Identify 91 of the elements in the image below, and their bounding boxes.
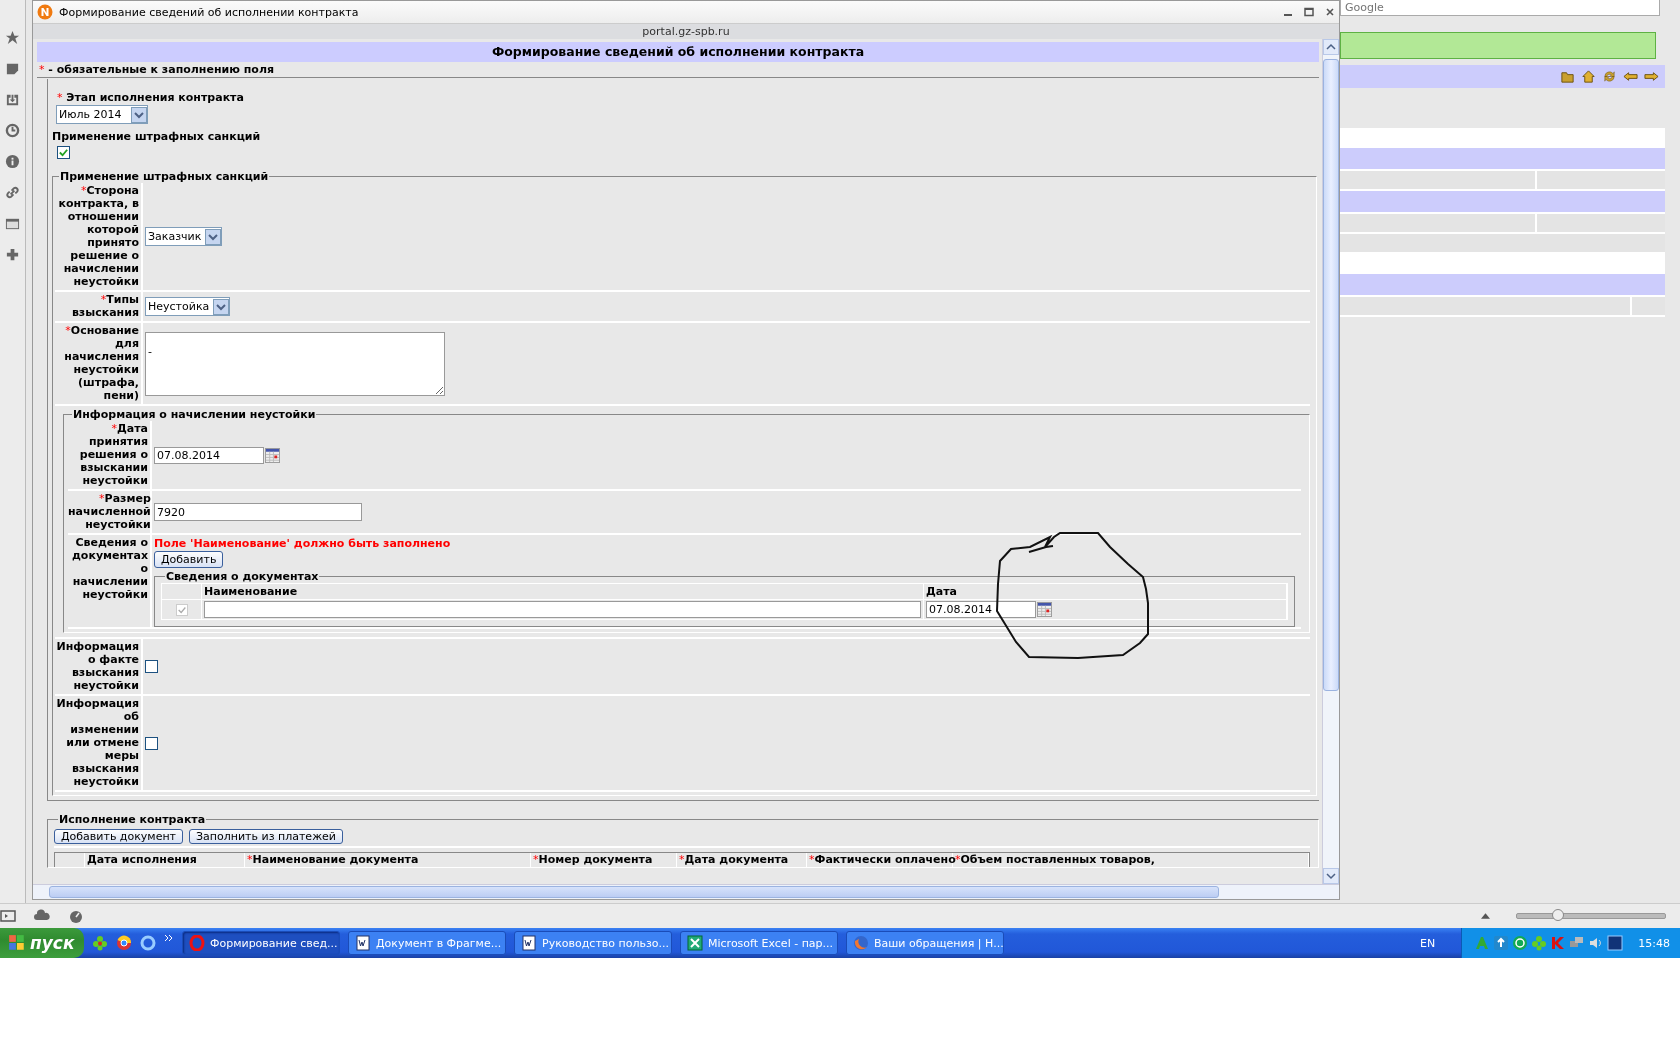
up-triangle-icon[interactable] <box>1481 913 1490 919</box>
window-icon[interactable] <box>5 216 20 231</box>
scrollbar-thumb[interactable] <box>1323 59 1339 691</box>
flag-icon <box>8 934 26 952</box>
browser-icon[interactable] <box>116 935 132 951</box>
taskbar-button[interactable]: Microsoft Excel - пар... <box>680 931 838 955</box>
date-field[interactable]: 07.08.2014 <box>154 446 264 464</box>
taskbar-button[interactable]: Ваши обращения | Н... <box>846 931 1004 955</box>
note-icon[interactable] <box>5 61 20 76</box>
download-icon[interactable] <box>5 92 20 107</box>
column-header: Наименование <box>202 584 924 599</box>
field-label: *Типы взыскания <box>70 293 139 319</box>
folder-icon[interactable] <box>1560 69 1575 84</box>
taskbar-button[interactable]: Руководство пользо... <box>514 931 672 955</box>
vertical-scrollbar[interactable] <box>1322 39 1339 884</box>
field-label: *Размер начисленной неустойки <box>68 492 151 531</box>
refresh-icon[interactable] <box>1602 69 1617 84</box>
section-legend: Сведения о документах <box>165 570 320 583</box>
field-label: Этап исполнения контракта <box>66 91 244 104</box>
column-header: *Дата документа <box>679 853 789 866</box>
text-area[interactable]: - <box>145 331 445 396</box>
column-header: Дата <box>924 584 1287 599</box>
field-label: Информация о факте взыскания неустойки <box>55 640 139 692</box>
taskbar-button[interactable]: Документ в Фрагме... <box>348 931 506 955</box>
required-note: - обязательные к заполнению поля <box>48 63 275 76</box>
right-arrow-icon[interactable] <box>1644 69 1659 84</box>
plus-icon[interactable] <box>5 247 20 262</box>
dropdown[interactable]: Заказчик <box>145 227 223 246</box>
scrollbar-thumb[interactable] <box>49 886 1219 898</box>
clock-icon[interactable] <box>5 123 20 138</box>
panel-icon[interactable] <box>0 908 16 924</box>
close-icon[interactable] <box>1325 7 1335 17</box>
checkbox[interactable] <box>57 146 70 159</box>
maximize-icon[interactable] <box>1304 7 1314 17</box>
letter-o-icon <box>189 935 205 951</box>
section-legend: Исполнение контракта <box>58 813 207 826</box>
document-icon <box>355 935 371 951</box>
star-icon[interactable] <box>5 30 20 45</box>
amount-field[interactable]: 7920 <box>154 503 362 521</box>
add-button[interactable]: Добавить <box>154 551 224 568</box>
url-text: portal.gz-spb.ru <box>642 25 730 38</box>
action-button[interactable]: Добавить документ <box>54 829 184 844</box>
column-header: *Номер документа <box>533 853 653 866</box>
start-button[interactable]: пуск <box>0 928 84 958</box>
calendar-icon[interactable] <box>1037 602 1052 617</box>
field-label: *Сторона контракта, в отношении которой принято решение о начислении неустойки <box>57 184 139 288</box>
section-legend: Применение штрафных санкций <box>59 170 270 183</box>
checkbox[interactable] <box>145 736 158 750</box>
spreadsheet-icon <box>687 935 703 951</box>
app-icon[interactable] <box>1493 935 1510 951</box>
app-icon[interactable] <box>1607 935 1624 951</box>
clock: 15:48 <box>1638 936 1670 950</box>
required-mark: * <box>39 63 45 76</box>
page-header: Формирование сведений об исполнении контракта <box>37 42 1319 62</box>
field-label: *Основание для начисления неустойки (штрафа, пени) <box>63 324 139 402</box>
error-message: Поле 'Наименование' должно быть заполнено <box>154 537 451 550</box>
left-arrow-icon[interactable] <box>1623 69 1638 84</box>
window-title: Формирование сведений об исполнении контракта <box>59 5 359 19</box>
flower-icon[interactable] <box>92 935 108 951</box>
dropdown[interactable]: Июль 2014 <box>56 105 148 124</box>
column-header: *Наименование документа <box>247 853 419 866</box>
field-label: Сведения о документах о начислении неустойки <box>70 536 148 601</box>
dropdown[interactable]: Неустойка <box>145 297 231 316</box>
globe-icon[interactable] <box>140 935 156 951</box>
slider-thumb[interactable] <box>1552 909 1565 921</box>
document-icon <box>521 935 537 951</box>
scroll-up-button[interactable] <box>1323 39 1339 55</box>
field-label: Применение штрафных санкций <box>52 130 262 143</box>
chevron-icon[interactable] <box>164 934 174 942</box>
calendar-icon[interactable] <box>265 447 280 463</box>
link-icon[interactable] <box>5 185 20 200</box>
scroll-down-button[interactable] <box>1323 868 1339 884</box>
column-header: *Фактически оплачено <box>809 853 956 866</box>
search-field[interactable]: Google <box>1340 0 1660 16</box>
checkbox[interactable] <box>145 660 158 673</box>
field-label: *Дата принятия решения о взыскании неустойки <box>78 422 148 487</box>
language-indicator[interactable]: EN <box>1420 936 1436 950</box>
app-logo-icon <box>37 4 53 20</box>
horizontal-scrollbar[interactable] <box>33 884 1339 899</box>
column-header: Дата исполнения <box>87 853 197 866</box>
document-name-field[interactable] <box>204 601 921 618</box>
target-icon[interactable] <box>1512 935 1529 951</box>
taskbar-button[interactable]: Формирование свед... <box>182 931 340 955</box>
section-legend: Информация о начислении неустойки <box>72 408 317 421</box>
gauge-icon[interactable] <box>68 908 84 924</box>
action-button[interactable]: Заполнить из платежей <box>189 829 343 844</box>
field-label: Информация об изменении или отмене меры взыскания неустойки <box>55 697 139 788</box>
home-icon[interactable] <box>1581 69 1596 84</box>
info-icon[interactable] <box>5 154 20 169</box>
required-mark: * <box>57 91 63 104</box>
column-header: *Объем поставленных товаров, <box>955 853 1155 866</box>
